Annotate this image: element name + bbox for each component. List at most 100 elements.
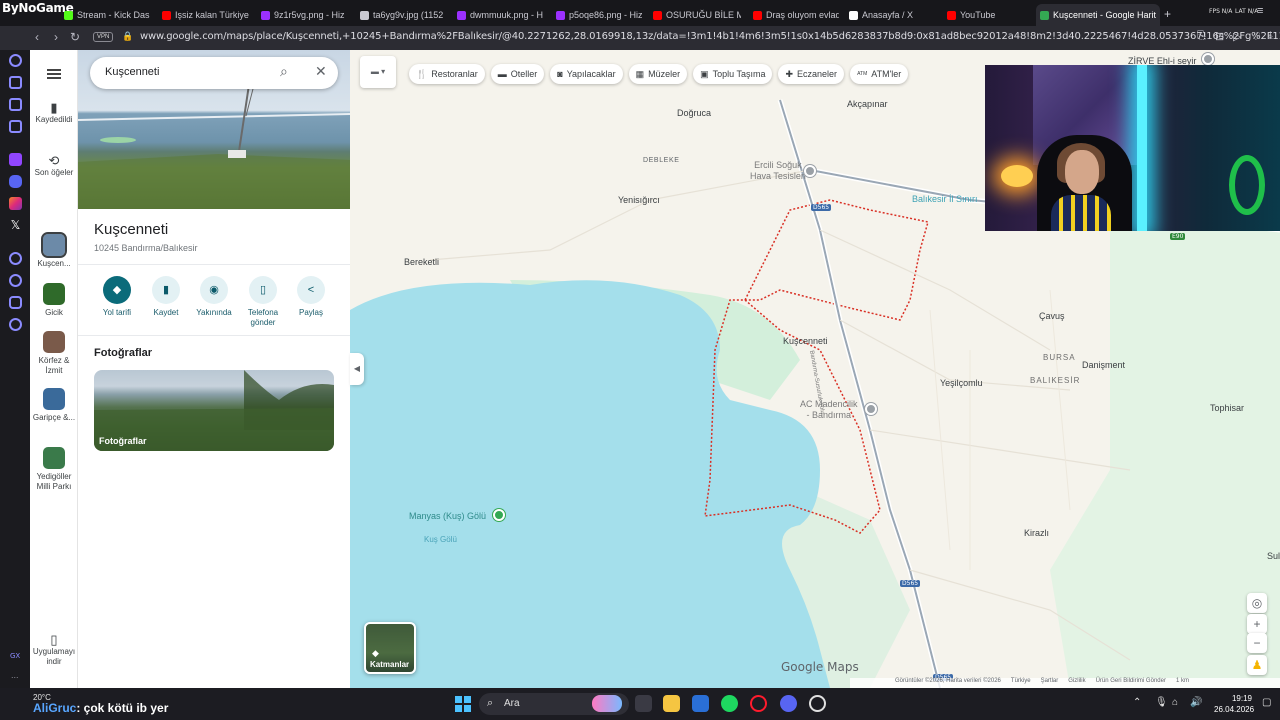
footer-item[interactable]: Ürün Geri Bildirimi Gönder (1096, 678, 1166, 688)
map-pin-ercili[interactable] (804, 165, 816, 177)
window-menu-icon[interactable]: ≡ (1257, 5, 1263, 17)
rail-recent-item[interactable]: Gicik (30, 283, 78, 318)
windows-start-icon[interactable] (455, 696, 471, 712)
tab-7[interactable]: Draş oluyom evlad (749, 4, 839, 26)
search-icon[interactable]: ⌕ (280, 63, 288, 80)
save-button[interactable]: ▮ Kaydet (141, 276, 191, 318)
menu-icon[interactable] (47, 69, 61, 79)
task-view-icon[interactable] (635, 695, 652, 712)
my-location-icon[interactable]: ◎ (1247, 593, 1267, 613)
chip-transit[interactable]: ▣ Toplu Taşıma (693, 64, 773, 84)
rail-recent-item[interactable]: Garipçe &... (30, 388, 78, 423)
extensions-icon[interactable]: ⊡ (1215, 30, 1224, 43)
zoom-out-button[interactable]: − (1247, 633, 1267, 653)
rail-recent-item[interactable]: Körfez & İzmit (30, 331, 78, 376)
map-pin-manyas[interactable] (493, 509, 505, 521)
instagram-icon[interactable] (9, 197, 22, 210)
sidebar-more-icon[interactable]: ... (11, 670, 19, 680)
tab-5[interactable]: p5oqe86.png - Hiz (552, 4, 642, 26)
download-icon[interactable]: ⤓ (1268, 30, 1273, 43)
player-icon[interactable]: ▷ (1233, 30, 1241, 43)
extensions-sidebar-icon[interactable] (9, 296, 22, 309)
layers-button[interactable]: ◆ Katmanlar (364, 622, 416, 674)
tab-9[interactable]: YouTube (943, 4, 1033, 26)
new-tab-button[interactable]: + (1164, 7, 1171, 21)
tab-4[interactable]: dwmmuuk.png - H (453, 4, 545, 26)
collapse-panel-button[interactable]: ◀ (350, 353, 364, 385)
taskbar-clock[interactable]: 19:19 26.04.2026 (1214, 693, 1254, 715)
spotify-icon[interactable] (721, 695, 738, 712)
messenger-icon[interactable] (9, 120, 22, 133)
tab-2[interactable]: 9z1r5vg.png - Hiz (257, 4, 349, 26)
reload-icon[interactable]: ↻ (70, 30, 80, 44)
tab-10[interactable]: Kuşcenneti - Google Harit (1036, 4, 1160, 26)
notifications-icon[interactable]: ▢ (1262, 697, 1271, 708)
recent-thumbnail (43, 283, 65, 305)
pegman-icon[interactable]: ♟ (1247, 655, 1267, 675)
player-sidebar-icon[interactable] (9, 252, 22, 265)
search-box[interactable]: Kuşcenneti ⌕ ✕ (90, 57, 338, 89)
zoom-in-button[interactable]: + (1247, 614, 1267, 634)
obs-icon[interactable] (809, 695, 826, 712)
chip-restaurants[interactable]: 🍴 Restoranlar (409, 64, 485, 84)
opera-gx-icon[interactable] (750, 695, 767, 712)
vpn-badge[interactable]: VPN (93, 32, 114, 42)
tab-0[interactable]: Stream - Kick Das (60, 4, 150, 26)
rail-item-saved[interactable]: ▮ Kaydedildi (30, 101, 78, 125)
chip-things-to-do[interactable]: ◙ Yapılacaklar (550, 64, 623, 84)
directions-button[interactable]: ◆ Yol tarifi (92, 276, 142, 318)
map-label-ercili[interactable]: Ercili Soğuk Hava Tesisleri (750, 160, 806, 182)
footer-item: Görüntüler ©2026, Harita verileri ©2026 (895, 678, 1001, 684)
keyboard-shortcut-button[interactable]: ▬ ▾ (360, 56, 396, 88)
search-input[interactable]: Kuşcenneti (105, 66, 159, 78)
tab-3[interactable]: ta6yg9v.jpg (1152 (356, 4, 446, 26)
tab-1[interactable]: Işsiz kalan Türkiye (158, 4, 250, 26)
footer-item[interactable]: 1 km (1176, 678, 1189, 688)
aria-icon[interactable] (9, 54, 22, 67)
volume-icon[interactable]: 🔊 (1190, 697, 1202, 708)
store-icon[interactable] (692, 695, 709, 712)
chip-atms[interactable]: ATM ATM'ler (850, 64, 909, 84)
twitch-icon[interactable] (9, 153, 22, 166)
copilot-icon[interactable] (592, 695, 622, 712)
share-button[interactable]: < Paylaş (286, 276, 336, 318)
rail-recent-item[interactable]: Yedigöller Milli Parkı (30, 447, 78, 492)
map-label-manyas[interactable]: Manyas (Kuş) Gölü (409, 511, 486, 521)
photos-thumbnail[interactable]: Fotoğraflar (94, 370, 334, 451)
url-field[interactable]: www.google.com/maps/place/Kuşcenneti,+10… (140, 31, 1280, 42)
chip-pharmacies[interactable]: ✚ Eczaneler (778, 64, 845, 84)
discord-taskbar-icon[interactable] (780, 695, 797, 712)
send-to-phone-button[interactable]: ▯ Telefona gönder (238, 276, 288, 328)
flow-icon[interactable] (9, 98, 22, 111)
footer-item[interactable]: Gizlilik (1068, 678, 1085, 688)
history-icon[interactable] (9, 274, 22, 287)
chip-hotels[interactable]: ▬ Oteller (490, 64, 545, 84)
rail-item-recent[interactable]: ⟲ Son öğeler (30, 154, 78, 178)
discord-icon[interactable] (9, 175, 22, 188)
footer-item[interactable]: Şartlar (1041, 678, 1059, 688)
map-label-ac-madencilik[interactable]: AC Madencilik - Bandırma (800, 399, 858, 421)
tab-6[interactable]: OSURUĞU BİLE M (649, 4, 741, 26)
rail-recent-item[interactable]: Kuşcen... (30, 232, 78, 269)
x-icon[interactable]: 𝕏 (9, 219, 22, 232)
tab-8[interactable]: Anasayfa / X (845, 4, 937, 26)
nearby-button[interactable]: ◉ Yakınında (189, 276, 239, 318)
maps-icon[interactable] (9, 76, 22, 89)
snapshot-icon[interactable]: ⎘ (1197, 30, 1206, 43)
back-icon[interactable]: ‹ (35, 30, 39, 44)
footer-item[interactable]: Türkiye (1011, 678, 1031, 688)
file-explorer-icon[interactable] (663, 695, 680, 712)
tray-chevron-icon[interactable]: ⌃ (1133, 697, 1141, 708)
heart-icon[interactable]: ♡ (1251, 30, 1261, 43)
rail-item-get-app[interactable]: ▯ Uygulamayı indir (30, 633, 78, 667)
chip-museums[interactable]: ▦ Müzeler (628, 64, 688, 84)
lock-icon[interactable]: 🔒 (122, 31, 133, 42)
map-pin-zirve[interactable] (1202, 53, 1214, 65)
settings-icon[interactable] (9, 318, 22, 331)
gx-label[interactable]: GX (10, 652, 20, 660)
microphone-icon[interactable]: 🎙 (1155, 697, 1168, 708)
map-pin-ac-madencilik[interactable] (865, 403, 877, 415)
forward-icon[interactable]: › (54, 30, 58, 44)
close-icon[interactable]: ✕ (315, 63, 327, 80)
network-icon[interactable]: ⌂ (1172, 697, 1178, 708)
